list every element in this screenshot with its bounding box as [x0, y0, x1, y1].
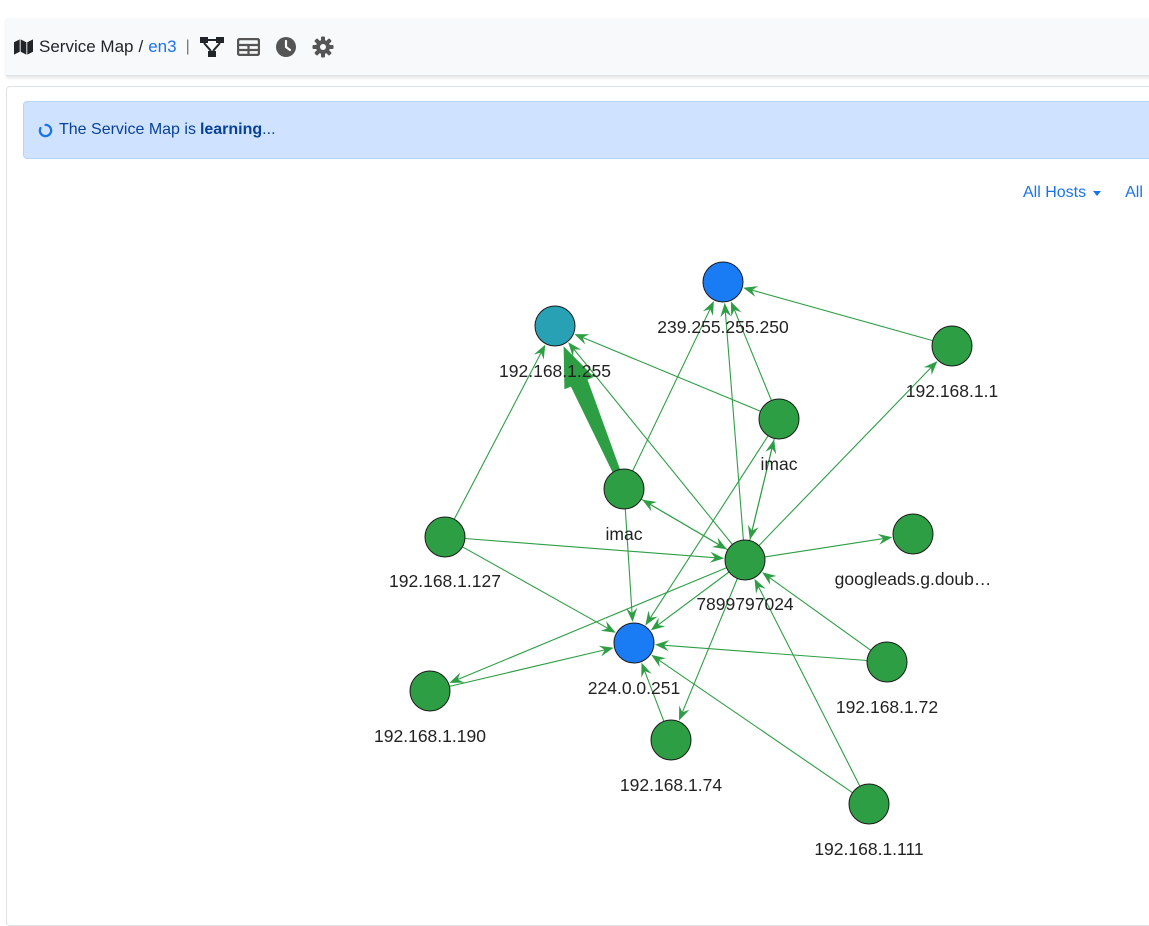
- graph-node-label: 192.168.1.127: [389, 571, 501, 591]
- graph-node-imacL[interactable]: imac: [603, 468, 645, 544]
- graph-node-label: 192.168.1.190: [374, 726, 486, 746]
- graph-edge-line: [657, 658, 853, 794]
- graph-node-n127[interactable]: 192.168.1.127: [389, 516, 501, 591]
- graph-node-label: 7899797024: [696, 594, 794, 614]
- graph-node-label: 224.0.0.251: [588, 678, 680, 698]
- graph-edge-line: [449, 649, 606, 687]
- graph-node-circle: [702, 261, 744, 303]
- graph-node-ngoo[interactable]: googleads.g.doub…: [835, 513, 992, 589]
- graph-node-label: 239.255.255.250: [657, 317, 789, 337]
- graph-edge: [764, 533, 893, 558]
- graph-node-circle: [892, 513, 934, 555]
- graph-nodes: 239.255.255.250 192.168.1.255 192.168.1.1 i…: [374, 261, 998, 859]
- graph-node-circle: [534, 305, 576, 347]
- graph-edge-line: [464, 537, 717, 559]
- graph-node-n111[interactable]: 192.168.1.111: [814, 783, 924, 859]
- graph-node-label: googleads.g.doub…: [835, 569, 992, 589]
- graph-node-label: 192.168.1.72: [836, 697, 938, 717]
- graph-edge-line: [757, 585, 861, 787]
- graph-edge-line: [724, 310, 744, 541]
- graph-edge-line: [751, 438, 775, 532]
- graph-node-circle: [603, 468, 645, 510]
- graph-edge-line: [662, 644, 868, 662]
- graph-node-circle: [931, 325, 973, 367]
- graph-node-n74[interactable]: 192.168.1.74: [620, 719, 722, 795]
- graph-node-imacR[interactable]: imac: [758, 398, 800, 474]
- graph-node-circle: [424, 516, 466, 558]
- graph-node-n72[interactable]: 192.168.1.72: [836, 641, 938, 717]
- graph-node-circle: [650, 719, 692, 761]
- graph-edge-line: [640, 498, 721, 546]
- graph-node-circle: [848, 783, 890, 825]
- graph-node-n239[interactable]: 239.255.255.250: [657, 261, 789, 337]
- graph-node-n789[interactable]: 7899797024: [696, 539, 794, 614]
- graph-edge-arrowhead: [533, 344, 546, 360]
- graph-node-label: imac: [606, 524, 643, 544]
- graph-node-label: 192.168.1.1: [906, 381, 998, 401]
- graph-edge-line: [764, 537, 885, 558]
- graph-node-circle: [724, 539, 766, 581]
- graph-node-circle: [758, 398, 800, 440]
- graph-node-circle: [613, 622, 655, 664]
- graph-node-n224[interactable]: 224.0.0.251: [588, 622, 680, 698]
- graph-node-label: 192.168.1.74: [620, 775, 722, 795]
- graph-edge: [640, 498, 727, 550]
- graph-edge-arrowhead: [651, 654, 666, 668]
- service-map-graph[interactable]: 239.255.255.250 192.168.1.255 192.168.1.1 i…: [0, 0, 1149, 915]
- graph-node-label: imac: [761, 454, 798, 474]
- graph-edge-arrowhead: [754, 578, 766, 594]
- graph-node-label: 192.168.1.111: [814, 839, 923, 859]
- graph-node-circle: [409, 670, 451, 712]
- graph-edge-arrowhead: [712, 537, 727, 550]
- graph-edge-arrowhead: [600, 621, 616, 633]
- graph-node-n255[interactable]: 192.168.1.255: [499, 305, 611, 381]
- graph-edge-arrowhead: [762, 572, 777, 585]
- graph-edge: [654, 640, 868, 662]
- graph-edge-line: [649, 435, 769, 619]
- graph-node-label: 192.168.1.255: [499, 361, 611, 381]
- graph-edge: [464, 537, 725, 563]
- graph-node-circle: [866, 641, 908, 683]
